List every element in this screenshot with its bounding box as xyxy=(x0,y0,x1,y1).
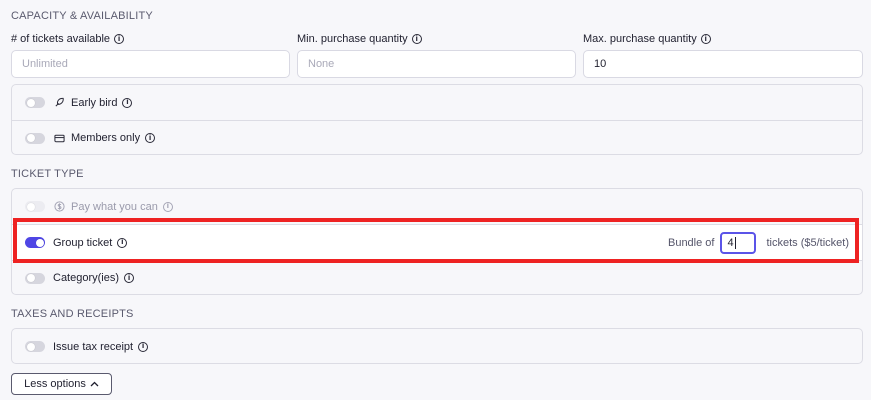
pay-what-you-can-row: Pay what you can i xyxy=(12,189,862,224)
bird-icon xyxy=(53,97,65,109)
chevron-up-icon xyxy=(90,378,99,390)
ticket-type-section-title: TICKET TYPE xyxy=(11,168,84,180)
ticket-type-card: Pay what you can i Group ticket i Bundle… xyxy=(11,188,863,295)
capacity-section-title: CAPACITY & AVAILABILITY xyxy=(11,10,153,22)
group-ticket-row[interactable]: Group ticket i Bundle of 4 tickets ($5/t… xyxy=(12,224,862,260)
category-toggle[interactable] xyxy=(25,272,45,284)
members-only-toggle[interactable] xyxy=(25,132,45,144)
info-icon[interactable]: i xyxy=(114,34,125,44)
info-icon[interactable]: i xyxy=(122,97,133,108)
info-icon[interactable]: i xyxy=(117,237,128,248)
tickets-available-label: # of tickets available i xyxy=(11,33,125,45)
category-row[interactable]: Category(ies) i xyxy=(12,260,862,295)
group-ticket-toggle[interactable] xyxy=(25,237,45,248)
min-purchase-label: Min. purchase quantity i xyxy=(297,33,422,45)
bundle-control: Bundle of 4 tickets ($5/ticket) xyxy=(668,225,849,260)
members-only-row[interactable]: Members only i xyxy=(12,120,862,155)
card-icon xyxy=(53,132,65,144)
early-bird-row[interactable]: Early bird i xyxy=(12,85,862,120)
issue-tax-receipt-toggle[interactable] xyxy=(25,341,45,352)
pay-what-you-can-toggle xyxy=(25,201,45,212)
info-icon[interactable]: i xyxy=(138,341,149,352)
tickets-available-input[interactable]: Unlimited xyxy=(11,50,290,78)
taxes-section-title: TAXES AND RECEIPTS xyxy=(11,308,134,320)
less-options-button[interactable]: Less options xyxy=(11,373,112,395)
text-cursor xyxy=(734,236,736,249)
max-purchase-label: Max. purchase quantity i xyxy=(583,33,711,45)
info-icon[interactable]: i xyxy=(700,34,711,44)
info-icon[interactable]: i xyxy=(162,201,173,212)
info-icon[interactable]: i xyxy=(124,273,135,283)
early-bird-toggle[interactable] xyxy=(25,97,45,108)
max-purchase-input[interactable]: 10 xyxy=(583,50,863,78)
bundle-prefix: Bundle of xyxy=(667,236,715,249)
info-icon[interactable]: i xyxy=(145,133,156,143)
min-purchase-input[interactable]: None xyxy=(297,50,576,78)
issue-tax-receipt-row[interactable]: Issue tax receipt i xyxy=(12,329,862,364)
bundle-suffix: tickets ($5/ticket) xyxy=(766,236,849,249)
info-icon[interactable]: i xyxy=(411,34,422,44)
capacity-options-card: Early bird i Members only i xyxy=(11,84,863,155)
dollar-circle-icon xyxy=(53,201,65,213)
taxes-card: Issue tax receipt i xyxy=(11,328,863,364)
bundle-quantity-input[interactable]: 4 xyxy=(720,231,757,254)
